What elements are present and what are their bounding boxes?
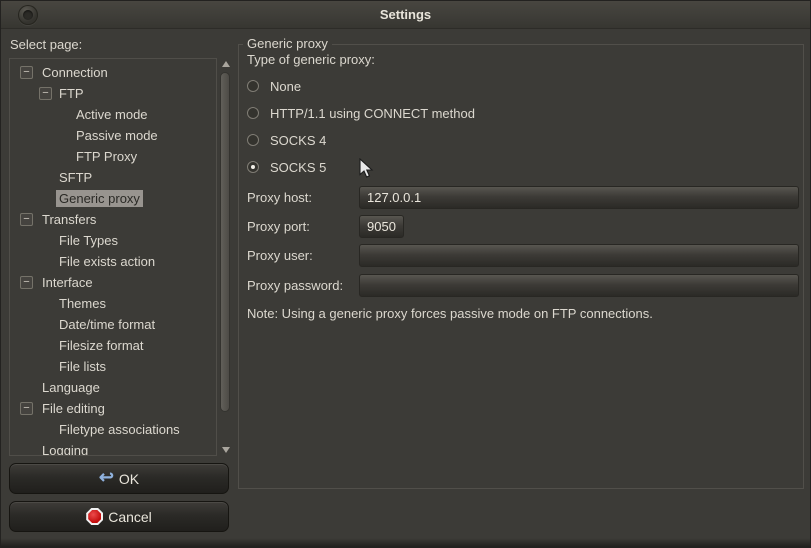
tree-scrollbar[interactable] — [219, 58, 232, 456]
tree-item-transfers[interactable]: −Transfers — [10, 209, 216, 230]
radio-label: SOCKS 5 — [270, 160, 326, 175]
select-page-label: Select page: — [10, 37, 82, 52]
tree-item-sftp[interactable]: SFTP — [10, 167, 216, 188]
radio-icon[interactable] — [247, 161, 259, 173]
collapse-icon[interactable]: − — [20, 66, 33, 79]
tree-item-label: Generic proxy — [56, 190, 143, 207]
ok-button-label: OK — [119, 471, 139, 487]
tree-item-ftp[interactable]: −FTP — [10, 83, 216, 104]
proxy-port-row: Proxy port: — [247, 215, 797, 238]
proxy-note: Note: Using a generic proxy forces passi… — [247, 306, 653, 321]
tree-item-date-time-format[interactable]: Date/time format — [10, 314, 216, 335]
tree-item-label: File Types — [56, 232, 121, 249]
tree-item-generic-proxy[interactable]: Generic proxy — [10, 188, 216, 209]
window-title: Settings — [1, 1, 810, 29]
tree-item-label: File editing — [39, 400, 108, 417]
tree-item-interface[interactable]: −Interface — [10, 272, 216, 293]
scrollbar-thumb[interactable] — [220, 72, 230, 412]
tree-item-label: Logging — [39, 442, 91, 456]
tree-item-label: FTP Proxy — [73, 148, 140, 165]
tree-item-label: Active mode — [73, 106, 151, 123]
tree-item-label: Filetype associations — [56, 421, 183, 438]
radio-icon[interactable] — [247, 134, 259, 146]
tree-item-passive-mode[interactable]: Passive mode — [10, 125, 216, 146]
proxy-type-radio-group: None HTTP/1.1 using CONNECT method SOCKS 4… — [247, 78, 475, 186]
page-tree[interactable]: −Connection−FTPActive modePassive modeFT… — [9, 58, 217, 456]
tree-item-label: Date/time format — [56, 316, 158, 333]
proxy-host-label: Proxy host: — [247, 186, 312, 209]
tree-item-file-lists[interactable]: File lists — [10, 356, 216, 377]
proxy-user-input[interactable] — [359, 244, 799, 267]
tree-item-ftp-proxy[interactable]: FTP Proxy — [10, 146, 216, 167]
return-icon: ↩ — [99, 470, 114, 484]
radio-icon[interactable] — [247, 107, 259, 119]
proxy-port-label: Proxy port: — [247, 215, 310, 238]
ok-button[interactable]: ↩ OK — [9, 463, 229, 494]
tree-item-filetype-associations[interactable]: Filetype associations — [10, 419, 216, 440]
proxy-host-row: Proxy host: — [247, 186, 797, 209]
radio-label: None — [270, 79, 301, 94]
collapse-icon[interactable]: − — [39, 87, 52, 100]
tree-item-label: Transfers — [39, 211, 99, 228]
radio-icon[interactable] — [247, 80, 259, 92]
tree-item-file-exists-action[interactable]: File exists action — [10, 251, 216, 272]
tree-item-label: Passive mode — [73, 127, 161, 144]
proxy-host-input[interactable] — [359, 186, 799, 209]
tree-item-logging[interactable]: Logging — [10, 440, 216, 456]
cancel-button-label: Cancel — [108, 509, 152, 525]
scroll-down-icon[interactable] — [222, 447, 230, 453]
tree-item-label: SFTP — [56, 169, 95, 186]
tree-item-label: File exists action — [56, 253, 158, 270]
radio-option-none[interactable]: None — [247, 78, 475, 94]
generic-proxy-groupbox: Generic proxy Type of generic proxy: Non… — [238, 44, 804, 489]
tree-item-active-mode[interactable]: Active mode — [10, 104, 216, 125]
tree-item-label: Interface — [39, 274, 96, 291]
titlebar[interactable]: Settings — [1, 1, 810, 29]
proxy-password-row: Proxy password: — [247, 274, 797, 297]
proxy-user-label: Proxy user: — [247, 244, 313, 267]
tree-item-language[interactable]: Language — [10, 377, 216, 398]
tree-item-label: Language — [39, 379, 103, 396]
radio-option-socks-5[interactable]: SOCKS 5 — [247, 159, 475, 175]
tree-item-label: Filesize format — [56, 337, 147, 354]
tree-item-file-types[interactable]: File Types — [10, 230, 216, 251]
scroll-up-icon[interactable] — [222, 61, 230, 67]
tree-item-label: Themes — [56, 295, 109, 312]
collapse-icon[interactable]: − — [20, 276, 33, 289]
radio-option-socks-4[interactable]: SOCKS 4 — [247, 132, 475, 148]
proxy-type-label: Type of generic proxy: — [247, 52, 375, 67]
window-bottom-shadow — [1, 538, 810, 547]
tree-item-label: File lists — [56, 358, 109, 375]
proxy-port-input[interactable] — [359, 215, 404, 238]
stop-icon — [86, 508, 103, 525]
tree-item-label: FTP — [56, 85, 87, 102]
tree-item-filesize-format[interactable]: Filesize format — [10, 335, 216, 356]
cancel-button[interactable]: Cancel — [9, 501, 229, 532]
proxy-password-input[interactable] — [359, 274, 799, 297]
radio-option-http-1-1-using-connect-method[interactable]: HTTP/1.1 using CONNECT method — [247, 105, 475, 121]
radio-label: SOCKS 4 — [270, 133, 326, 148]
collapse-icon[interactable]: − — [20, 213, 33, 226]
proxy-user-row: Proxy user: — [247, 244, 797, 267]
radio-label: HTTP/1.1 using CONNECT method — [270, 106, 475, 121]
tree-item-themes[interactable]: Themes — [10, 293, 216, 314]
tree-item-label: Connection — [39, 64, 111, 81]
settings-dialog: Settings Select page: −Connection−FTPAct… — [0, 0, 811, 548]
collapse-icon[interactable]: − — [20, 402, 33, 415]
proxy-password-label: Proxy password: — [247, 274, 343, 297]
groupbox-title: Generic proxy — [243, 36, 332, 51]
tree-item-file-editing[interactable]: −File editing — [10, 398, 216, 419]
tree-item-connection[interactable]: −Connection — [10, 62, 216, 83]
